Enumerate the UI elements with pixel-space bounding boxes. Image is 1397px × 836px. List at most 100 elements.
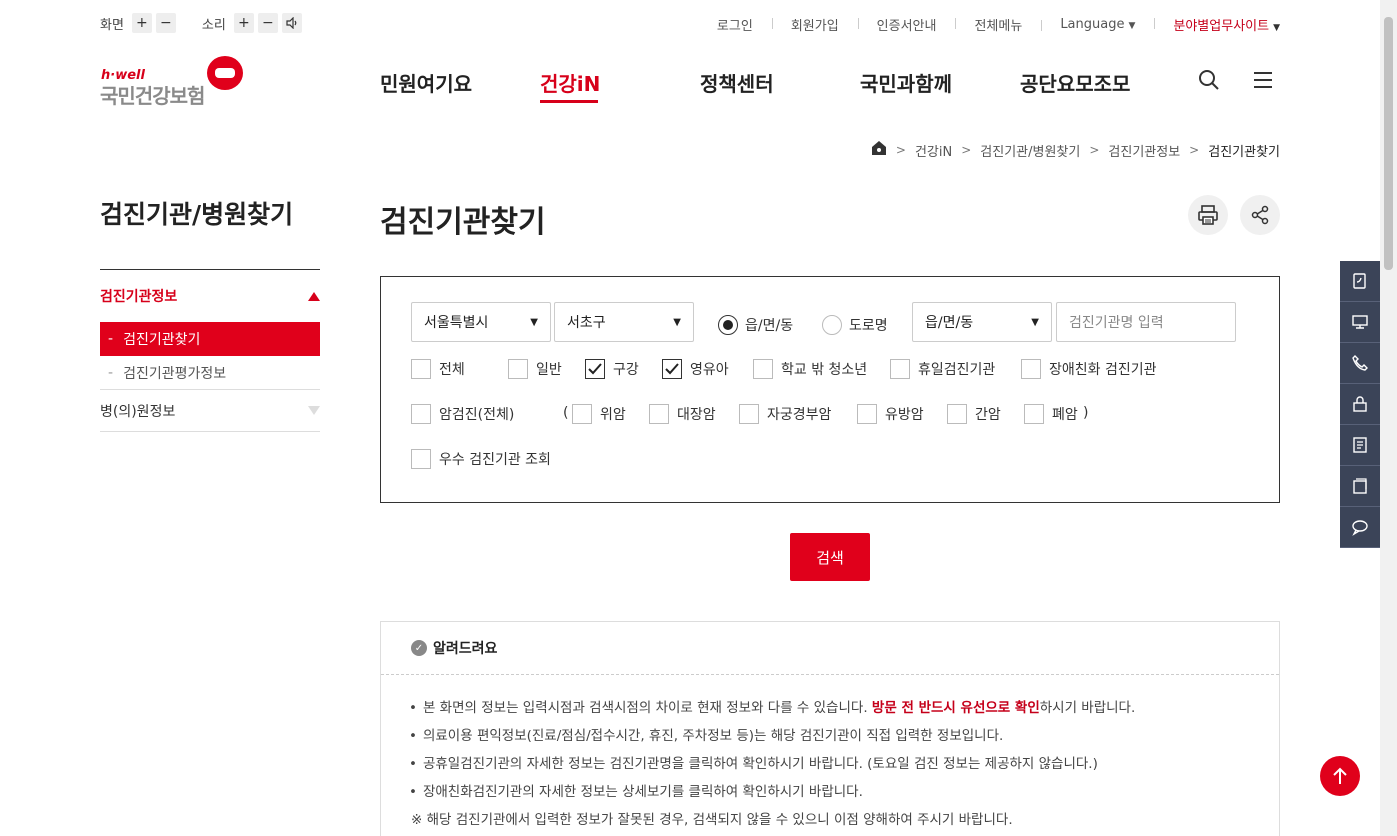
checkbox[interactable] (411, 449, 431, 469)
checkbox-checked[interactable] (662, 359, 682, 379)
side-item-evaluation[interactable]: - 검진기관평가정보 (100, 356, 320, 390)
side-group-label: 검진기관정보 (100, 289, 178, 305)
check-icon (588, 363, 602, 375)
login-link[interactable]: 로그인 (698, 15, 772, 34)
checkbox[interactable] (649, 404, 669, 424)
checkbox-cancer-all[interactable]: 암검진(전체) (411, 404, 514, 424)
gnb-item-about[interactable]: 공단요모조모 (1020, 68, 1130, 97)
gnb-item-policy[interactable]: 정책센터 (700, 68, 860, 97)
checkbox-label: 영유아 (690, 362, 729, 378)
breadcrumb-item[interactable]: 검진기관/병원찾기 (980, 141, 1080, 160)
checkbox-label: 자궁경부암 (767, 407, 832, 423)
side-item-label: 검진기관찾기 (123, 332, 201, 348)
checkbox-cervical[interactable]: 자궁경부암 (739, 404, 831, 424)
checkbox-excellent[interactable]: 우수 검진기관 조회 (411, 449, 551, 469)
checkbox-breast[interactable]: 유방암 (857, 404, 924, 424)
radio-road[interactable]: 도로명 (822, 315, 888, 335)
search-icon[interactable] (1197, 68, 1221, 92)
language-dropdown[interactable]: Language ▼ (1041, 17, 1154, 32)
checkbox-colon[interactable]: 대장암 (649, 404, 716, 424)
scrollbar[interactable] (1380, 0, 1397, 836)
scroll-top-button[interactable] (1320, 756, 1360, 796)
nhis-logo[interactable]: h·well 국민건강보험 (100, 56, 245, 108)
phone-icon[interactable] (1340, 343, 1380, 384)
zoom-in-button[interactable]: + (131, 13, 152, 33)
side-item-find-checkup[interactable]: - 검진기관찾기 (100, 322, 320, 356)
breadcrumb-item[interactable]: 건강iN (915, 141, 952, 160)
breadcrumb-item[interactable]: 검진기관정보 (1108, 141, 1180, 160)
institution-name-input[interactable]: 검진기관명 입력 (1056, 302, 1236, 342)
checkbox-stomach[interactable]: 위암 (572, 404, 626, 424)
sigungu-select[interactable]: 서초구 ▼ (554, 302, 694, 342)
checkbox-all[interactable]: 전체 (411, 359, 465, 379)
checkbox-liver[interactable]: 간암 (947, 404, 1001, 424)
checkbox[interactable] (739, 404, 759, 424)
checkbox-checked[interactable] (585, 359, 605, 379)
notice-title: 알려드려요 (433, 641, 498, 657)
all-menu-link[interactable]: 전체메뉴 (955, 15, 1041, 34)
radio-emd[interactable]: 읍/면/동 (718, 315, 793, 335)
arrow-up-icon (1333, 767, 1347, 784)
gnb-item-health[interactable]: 건강iN (540, 68, 700, 103)
gnb-item-civil[interactable]: 민원여기요 (380, 68, 540, 97)
language-label: Language (1060, 17, 1125, 32)
search-button[interactable]: 검색 (790, 533, 870, 581)
notice-text: 의료이용 편익정보(진료/점심/접수시간, 휴진, 주차정보 등)는 해당 검진… (422, 728, 1004, 744)
checkbox-disability-friendly[interactable]: 장애친화 검진기관 (1021, 359, 1157, 379)
emd-value: 읍/면/동 (925, 315, 974, 331)
menu-icon[interactable] (1251, 68, 1275, 92)
monitor-icon[interactable] (1340, 302, 1380, 343)
zoom-out-button[interactable]: − (155, 13, 176, 33)
dash-icon: - (108, 331, 114, 347)
logo-name: 국민건강보험 (100, 84, 205, 108)
checkbox-lung[interactable]: 폐암 (1024, 404, 1078, 424)
radio-button[interactable] (822, 315, 842, 335)
checkbox-oral[interactable]: 구강 (585, 359, 639, 379)
notice-item: • 의료이용 편익정보(진료/점심/접수시간, 휴진, 주차정보 등)는 해당 검… (409, 725, 1279, 753)
volume-up-button[interactable]: + (233, 13, 254, 33)
forms-icon[interactable] (1340, 466, 1380, 507)
checkbox-label: 위암 (600, 407, 626, 423)
speaker-icon[interactable] (281, 13, 302, 33)
checkbox[interactable] (947, 404, 967, 424)
document-icon[interactable] (1340, 425, 1380, 466)
notice-warning: ※ 해당 검진기관에서 입력한 정보가 잘못된 경우, 검색되지 않을 수 있으… (411, 812, 1013, 828)
checkbox[interactable] (572, 404, 592, 424)
field-site-dropdown[interactable]: 분야별업무사이트 ▼ (1154, 15, 1280, 34)
checkbox-general[interactable]: 일반 (508, 359, 562, 379)
checkbox[interactable] (857, 404, 877, 424)
sigungu-value: 서초구 (567, 315, 606, 331)
print-button[interactable] (1188, 195, 1228, 235)
side-group-checkup-info[interactable]: 검진기관정보 (100, 270, 320, 322)
screen-label: 화면 (100, 17, 124, 33)
share-button[interactable] (1240, 195, 1280, 235)
checkbox[interactable] (1024, 404, 1044, 424)
emd-select[interactable]: 읍/면/동 ▼ (912, 302, 1052, 342)
search-form: 서울특별시 ▼ 서초구 ▼ 읍/면/동 도로명 읍/면/동 ▼ 검진기관명 입력… (380, 276, 1280, 503)
checkbox[interactable] (890, 359, 910, 379)
side-group-hospital-info[interactable]: 병(의)원정보 (100, 390, 320, 432)
scrollbar-thumb[interactable] (1384, 17, 1393, 270)
join-link[interactable]: 회원가입 (771, 15, 858, 34)
volume-down-button[interactable]: − (257, 13, 278, 33)
checkbox-holiday[interactable]: 휴일검진기관 (890, 359, 995, 379)
radio-button-checked[interactable] (718, 315, 738, 335)
checkbox[interactable] (411, 359, 431, 379)
sido-select[interactable]: 서울특별시 ▼ (411, 302, 551, 342)
radio-label: 읍/면/동 (745, 318, 794, 334)
quick-menu (1340, 261, 1380, 548)
checkbox-infant[interactable]: 영유아 (662, 359, 729, 379)
checkbox[interactable] (411, 404, 431, 424)
checkbox[interactable] (508, 359, 528, 379)
checkbox-out-of-school[interactable]: 학교 밖 청소년 (753, 359, 867, 379)
checkbox-label: 간암 (975, 407, 1001, 423)
chat-icon[interactable] (1340, 507, 1380, 548)
cert-link[interactable]: 인증서안내 (857, 15, 956, 34)
bullet-icon: • (409, 756, 417, 772)
home-icon[interactable] (871, 140, 887, 160)
checkbox[interactable] (753, 359, 773, 379)
checkbox[interactable] (1021, 359, 1041, 379)
doc-phone-icon[interactable] (1340, 261, 1380, 302)
gnb-item-together[interactable]: 국민과함께 (860, 68, 1020, 97)
lock-icon[interactable] (1340, 384, 1380, 425)
